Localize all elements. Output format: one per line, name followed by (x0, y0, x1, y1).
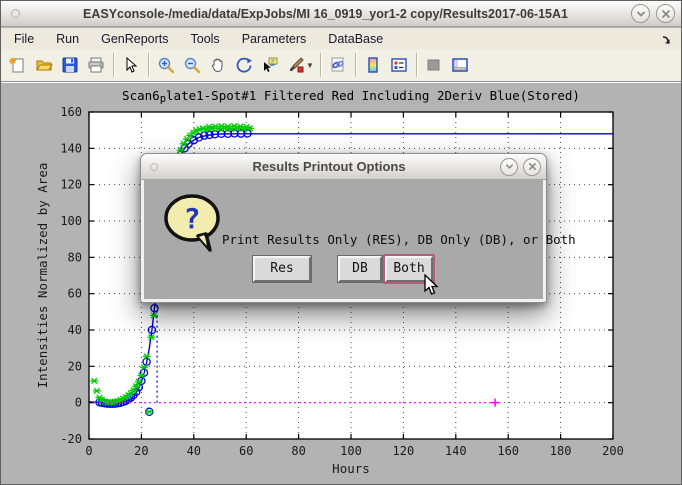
svg-text:160: 160 (497, 444, 519, 458)
results-printout-dialog: Results Printout Options ? Print Results… (140, 153, 547, 303)
dialog-button-row: Res DB Both (144, 256, 543, 286)
new-figure-icon (9, 56, 27, 74)
svg-text:40: 40 (187, 444, 201, 458)
hide-plot-tools-button[interactable] (421, 52, 447, 78)
svg-text:100: 100 (60, 214, 82, 228)
hand-pan-icon (209, 56, 227, 74)
window-titlebar: EASYconsole-/media/data/ExpJobs/MI 16_09… (1, 1, 681, 27)
svg-text:Intensities Normalized by Area: Intensities Normalized by Area (35, 163, 50, 389)
open-file-icon (35, 56, 53, 74)
svg-text:80: 80 (291, 444, 305, 458)
brush-dropdown-caret[interactable]: ▼ (306, 61, 314, 70)
open-file-button[interactable] (31, 52, 57, 78)
menu-genreports[interactable]: GenReports (92, 30, 177, 48)
pointer-arrow-icon (122, 56, 140, 74)
svg-text:120: 120 (60, 178, 82, 192)
menu-tools[interactable]: Tools (182, 30, 229, 48)
svg-text:0: 0 (75, 396, 82, 410)
svg-text:60: 60 (239, 444, 253, 458)
dialog-body: ? Print Results Only (RES), DB Only (DB)… (144, 180, 543, 299)
dock-arrow-icon[interactable] (661, 33, 673, 45)
hide-plot-tools-icon (425, 56, 443, 74)
res-button[interactable]: Res (253, 256, 311, 282)
svg-text:40: 40 (68, 323, 82, 337)
pan-button[interactable] (205, 52, 231, 78)
close-icon (528, 162, 537, 171)
dialog-menu-icon (150, 163, 158, 171)
svg-text:160: 160 (60, 105, 82, 119)
edit-arrow-button[interactable] (118, 52, 144, 78)
insert-legend-button[interactable] (386, 52, 412, 78)
link-plot-icon (329, 56, 347, 74)
rotate-3d-icon (235, 56, 253, 74)
svg-text:Scan6plate1-Spot#1 Filtered Re: Scan6plate1-Spot#1 Filtered Red Includin… (122, 88, 580, 105)
window-menu-icon[interactable] (11, 9, 20, 18)
mouse-cursor-icon (421, 274, 439, 296)
brush-icon (287, 56, 305, 74)
svg-text:180: 180 (550, 444, 572, 458)
svg-text:120: 120 (393, 444, 415, 458)
show-plot-tools-icon (451, 56, 469, 74)
svg-text:-20: -20 (60, 432, 82, 446)
save-figure-button[interactable] (57, 52, 83, 78)
app-window: EASYconsole-/media/data/ExpJobs/MI 16_09… (0, 0, 682, 485)
rotate-3d-button[interactable] (231, 52, 257, 78)
colorbar-icon (364, 56, 382, 74)
close-icon (661, 9, 671, 19)
link-plot-button[interactable] (325, 52, 351, 78)
question-bubble-icon: ? (160, 192, 228, 254)
menu-bar: File Run GenReports Tools Parameters Dat… (1, 28, 681, 49)
figure-toolbar: ▼ (1, 49, 681, 82)
legend-icon (390, 56, 408, 74)
svg-text:140: 140 (445, 444, 467, 458)
show-plot-tools-button[interactable] (447, 52, 473, 78)
menu-file[interactable]: File (5, 30, 43, 48)
chevron-down-icon (636, 9, 646, 19)
menu-run[interactable]: Run (47, 30, 88, 48)
menu-parameters[interactable]: Parameters (233, 30, 316, 48)
svg-text:Hours: Hours (332, 461, 370, 476)
svg-text:?: ? (184, 202, 201, 235)
dialog-message: Print Results Only (RES), DB Only (DB), … (222, 232, 533, 247)
chevron-down-icon (505, 162, 514, 171)
minimize-button[interactable] (631, 4, 650, 23)
menu-database[interactable]: DataBase (319, 30, 392, 48)
window-title: EASYconsole-/media/data/ExpJobs/MI 16_09… (20, 7, 631, 21)
svg-text:20: 20 (134, 444, 148, 458)
close-button[interactable] (656, 4, 675, 23)
svg-text:140: 140 (60, 141, 82, 155)
data-cursor-button[interactable] (257, 52, 283, 78)
svg-text:200: 200 (602, 444, 624, 458)
svg-text:0: 0 (85, 444, 92, 458)
zoom-in-button[interactable] (153, 52, 179, 78)
dialog-close-button[interactable] (523, 158, 541, 176)
zoom-out-icon (183, 56, 201, 74)
data-cursor-icon (261, 56, 279, 74)
dialog-minimize-button[interactable] (500, 158, 518, 176)
new-figure-button[interactable] (5, 52, 31, 78)
insert-colorbar-button[interactable] (360, 52, 386, 78)
svg-text:80: 80 (68, 250, 82, 264)
zoom-in-icon (157, 56, 175, 74)
dialog-titlebar: Results Printout Options (141, 154, 546, 180)
dialog-title: Results Printout Options (158, 159, 500, 174)
svg-text:20: 20 (68, 359, 82, 373)
print-figure-button[interactable] (83, 52, 109, 78)
db-button[interactable]: DB (338, 256, 382, 282)
zoom-out-button[interactable] (179, 52, 205, 78)
svg-text:60: 60 (68, 287, 82, 301)
print-icon (87, 56, 105, 74)
save-icon (61, 56, 79, 74)
svg-text:100: 100 (340, 444, 362, 458)
